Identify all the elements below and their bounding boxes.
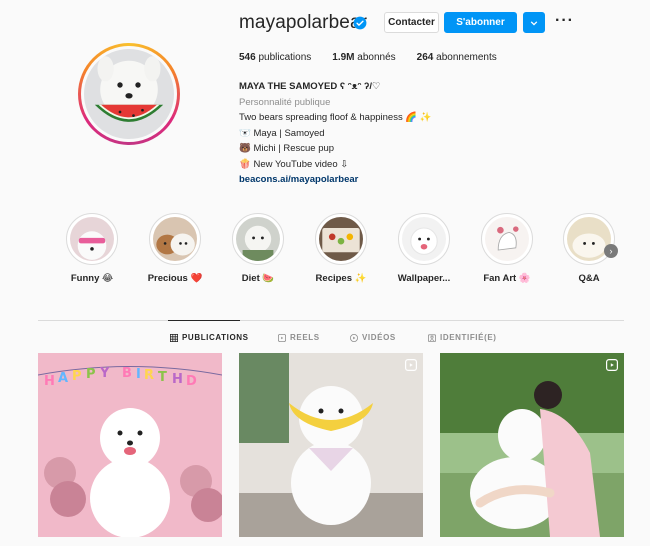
highlight-funny[interactable]: Funny 😂	[62, 213, 122, 284]
svg-text:A: A	[58, 371, 68, 386]
profile-username: mayapolarbear	[239, 12, 368, 33]
options-menu-icon[interactable]: ···	[555, 13, 574, 29]
chevron-down-icon	[530, 20, 538, 26]
bio-line: 🐻‍❄️ Maya | Samoyed	[239, 127, 325, 139]
svg-text:P: P	[72, 369, 82, 384]
highlight-cover	[319, 217, 363, 261]
tab-publications[interactable]: PUBLICATIONS	[170, 333, 249, 342]
svg-text:P: P	[86, 367, 96, 382]
svg-text:H: H	[44, 374, 55, 389]
svg-text:I: I	[136, 367, 141, 382]
bio-line: 🍿 New YouTube video ⇩	[239, 158, 349, 170]
contact-button[interactable]: Contacter	[384, 12, 439, 33]
highlight-cover	[70, 217, 114, 261]
profile-category: Personnalité publique	[239, 96, 331, 108]
post-thumbnail[interactable]	[239, 353, 423, 537]
highlight-cover	[402, 217, 446, 261]
bio-line: Two bears spreading floof & happiness 🌈 …	[239, 112, 432, 123]
svg-text:T: T	[158, 370, 167, 385]
highlight-diet[interactable]: Diet 🍉	[228, 213, 288, 284]
stat-posts[interactable]: 546 publications	[239, 52, 311, 63]
highlight-cover	[236, 217, 280, 261]
highlight-precious[interactable]: Precious ❤️	[145, 213, 205, 284]
profile-full-name: MAYA THE SAMOYED ʕ ᵔᴥᵔ ʔ/♡	[239, 81, 381, 92]
tab-tagged[interactable]: IDENTIFIÉ(E)	[428, 333, 497, 342]
svg-text:Y: Y	[99, 366, 110, 381]
stat-followers[interactable]: 1.9M abonnés	[332, 52, 395, 63]
profile-bio: MAYA THE SAMOYED ʕ ᵔᴥᵔ ʔ/♡ Personnalité …	[239, 79, 559, 188]
tab-videos[interactable]: VIDÉOS	[350, 333, 396, 342]
profile-stats: 546 publications 1.9M abonnés 264 abonne…	[239, 52, 518, 63]
tab-reels[interactable]: REELS	[278, 333, 320, 342]
active-tab-indicator	[168, 320, 240, 321]
svg-text:R: R	[144, 368, 154, 383]
post-image	[239, 353, 423, 537]
follow-button[interactable]: S'abonner	[444, 12, 517, 33]
post-image	[440, 353, 624, 537]
svg-text:H: H	[172, 372, 183, 387]
highlight-wallpapers[interactable]: Wallpaper...	[394, 213, 454, 284]
post-thumbnail[interactable]: HAP PYB IRT HD	[38, 353, 222, 537]
reel-badge-icon	[606, 359, 618, 371]
highlight-fan-art[interactable]: Fan Art 🌸	[477, 213, 537, 284]
highlight-cover	[153, 217, 197, 261]
reels-icon	[278, 333, 286, 342]
svg-text:B: B	[122, 366, 132, 381]
tagged-icon	[428, 333, 436, 342]
verified-badge-icon	[353, 16, 367, 30]
avatar-photo	[84, 49, 174, 139]
highlights-next-arrow-icon[interactable]: ›	[604, 244, 618, 258]
suggestions-dropdown-button[interactable]	[523, 12, 545, 33]
highlight-recipes[interactable]: Recipes ✨	[311, 213, 371, 284]
post-thumbnail[interactable]	[440, 353, 624, 537]
post-image: HAP PYB IRT HD	[38, 353, 222, 537]
video-icon	[350, 333, 358, 342]
bio-line: 🐻 Michi | Rescue pup	[239, 143, 335, 154]
tabs-divider	[38, 320, 624, 321]
stat-following[interactable]: 264 abonnements	[417, 52, 497, 63]
highlight-cover	[485, 217, 529, 261]
reel-badge-icon	[405, 359, 417, 371]
profile-avatar[interactable]	[78, 43, 180, 145]
profile-website-link[interactable]: beacons.ai/mayapolarbear	[239, 172, 559, 188]
grid-icon	[170, 333, 178, 342]
svg-text:D: D	[186, 374, 197, 389]
